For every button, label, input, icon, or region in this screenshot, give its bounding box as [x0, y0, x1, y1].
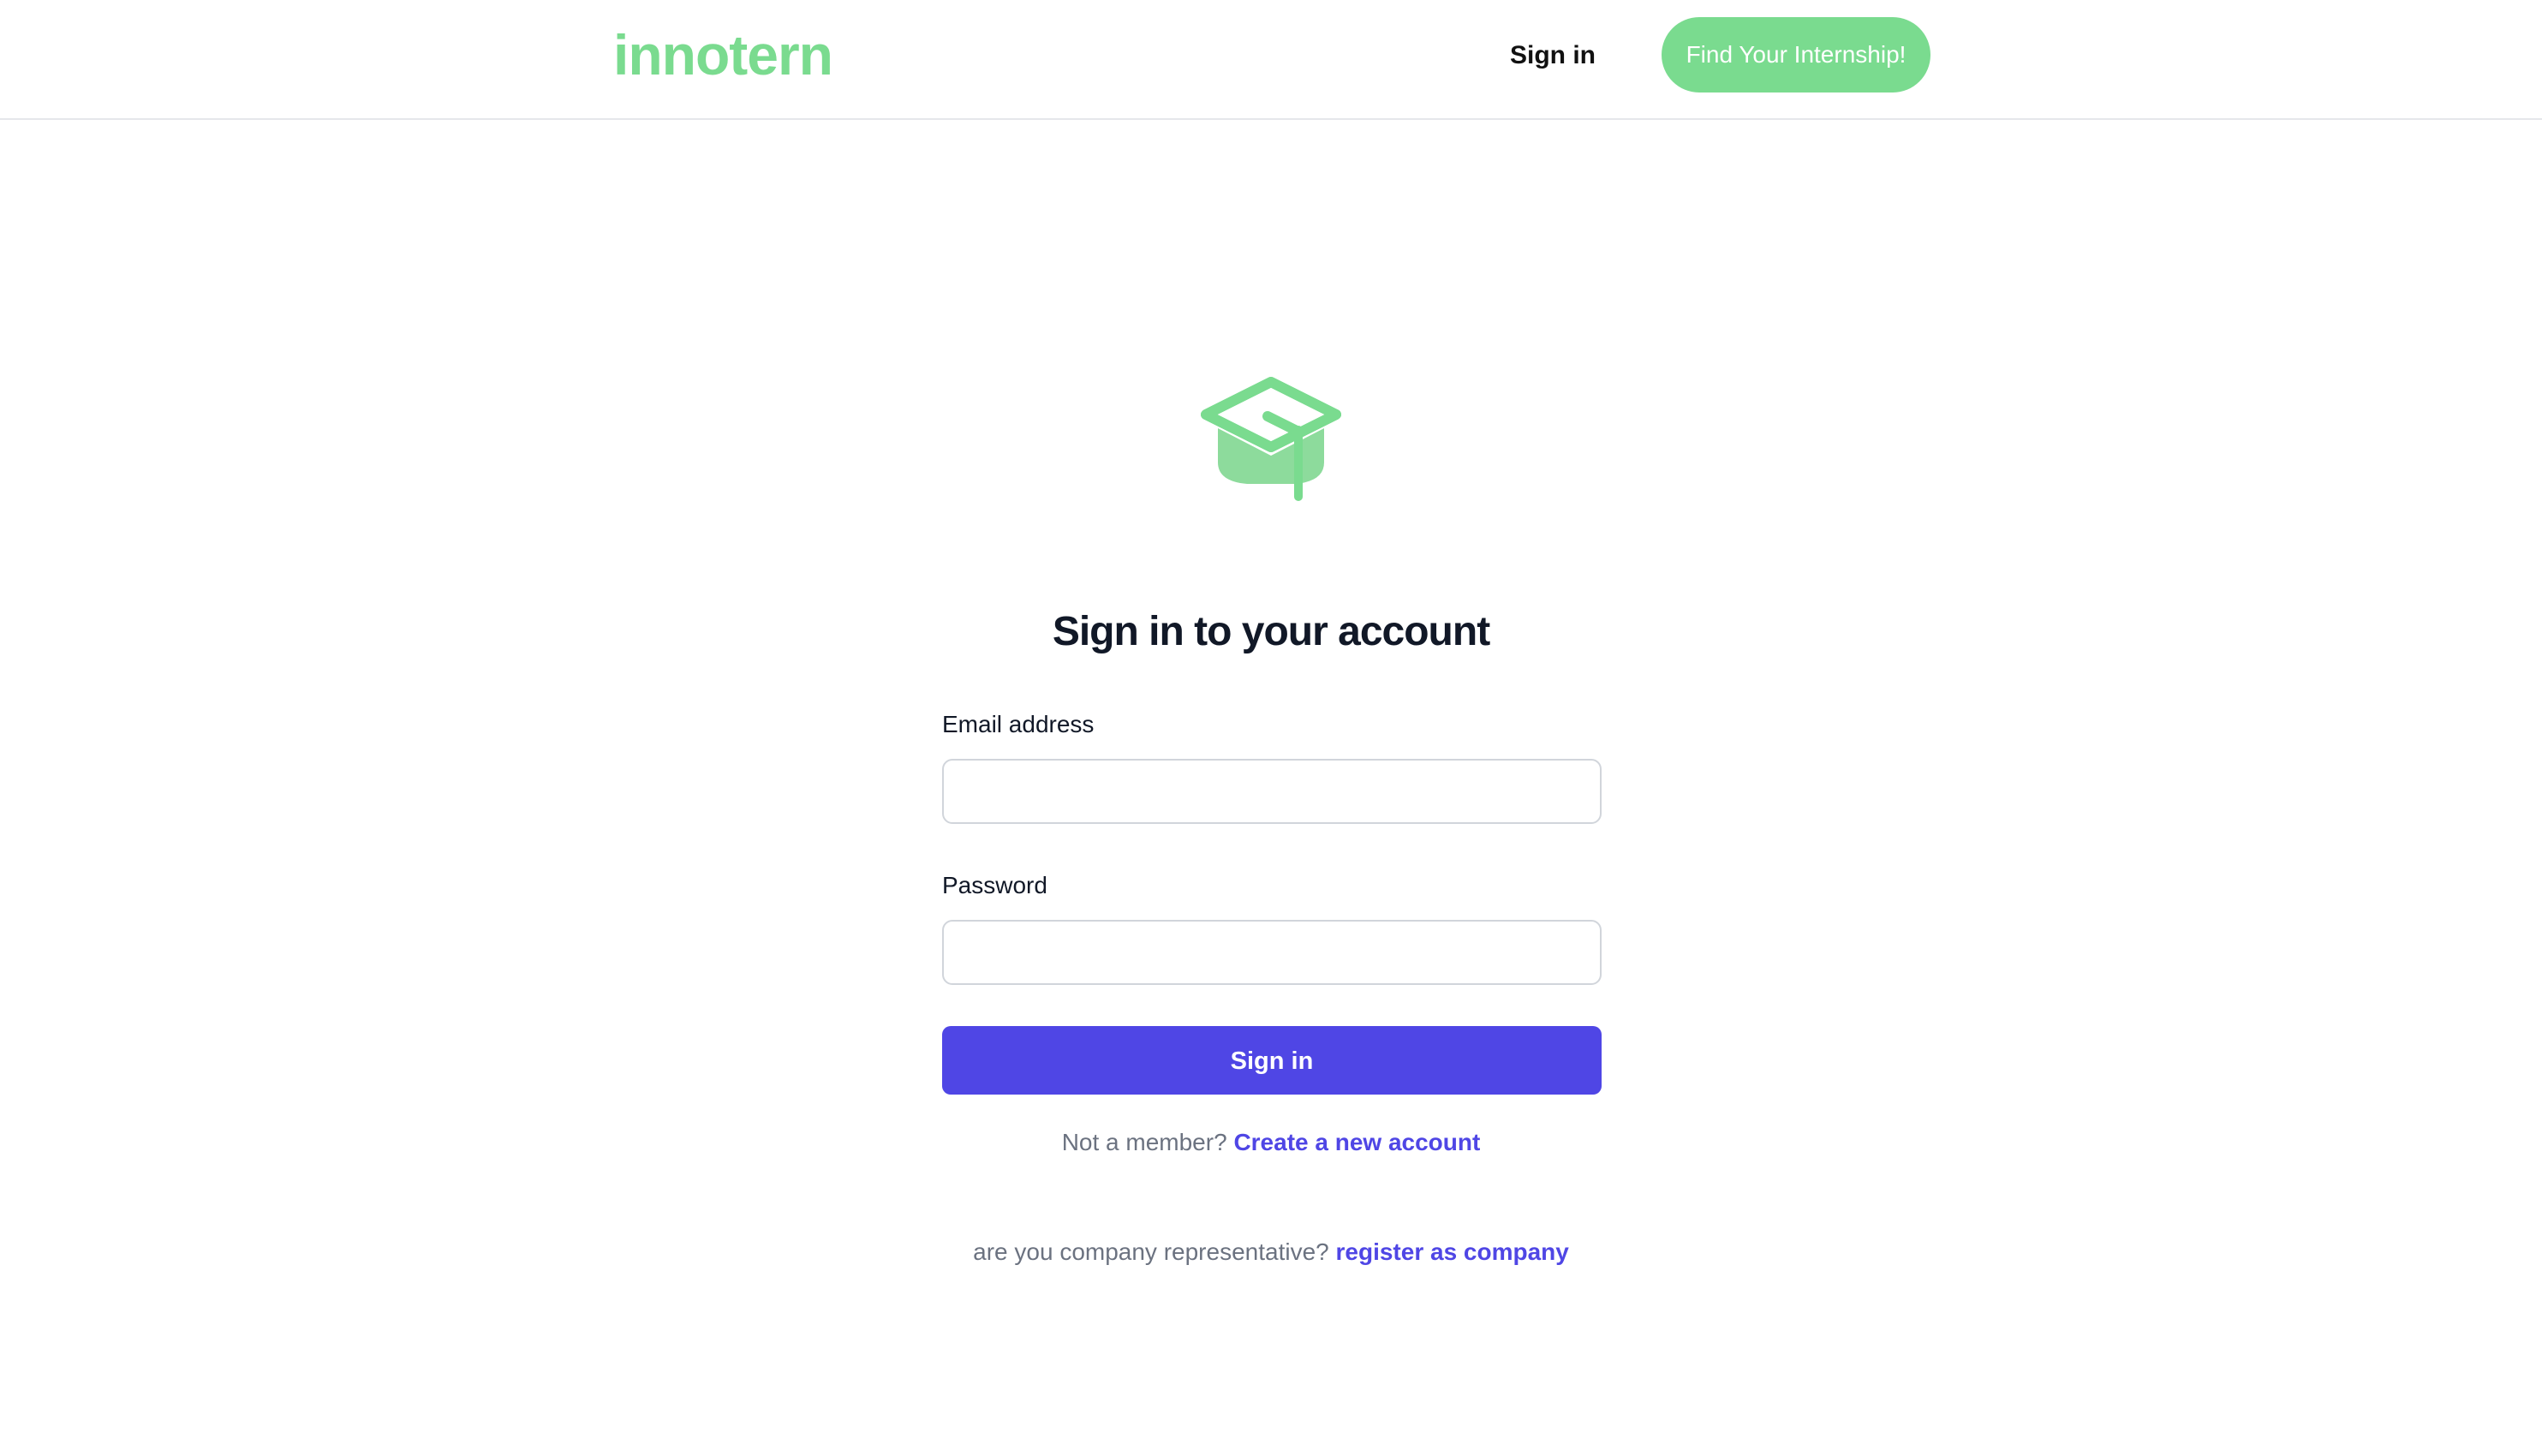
- email-field[interactable]: [942, 759, 1602, 824]
- password-label: Password: [942, 872, 1047, 898]
- register-company-link[interactable]: register as company: [1336, 1238, 1569, 1265]
- nav-sign-in-link[interactable]: Sign in: [1490, 34, 1615, 77]
- email-label: Email address: [942, 711, 1095, 737]
- brand-logo[interactable]: innotern: [613, 21, 833, 89]
- company-prompt-text: are you company representative?: [973, 1238, 1329, 1265]
- page-title: Sign in to your account: [1052, 609, 1490, 655]
- top-navbar: innotern Sign in Find Your Internship!: [0, 0, 2542, 120]
- password-field[interactable]: [942, 920, 1602, 985]
- sign-in-button[interactable]: Sign in: [942, 1026, 1602, 1095]
- create-account-link[interactable]: Create a new account: [1233, 1129, 1480, 1155]
- company-prompt-line: are you company representative? register…: [0, 1235, 2542, 1269]
- member-prompt-line: Not a member? Create a new account: [0, 1125, 2542, 1160]
- member-prompt-text: Not a member?: [1061, 1129, 1227, 1155]
- find-internship-button[interactable]: Find Your Internship!: [1662, 17, 1930, 92]
- graduation-cap-icon: [1201, 377, 1341, 501]
